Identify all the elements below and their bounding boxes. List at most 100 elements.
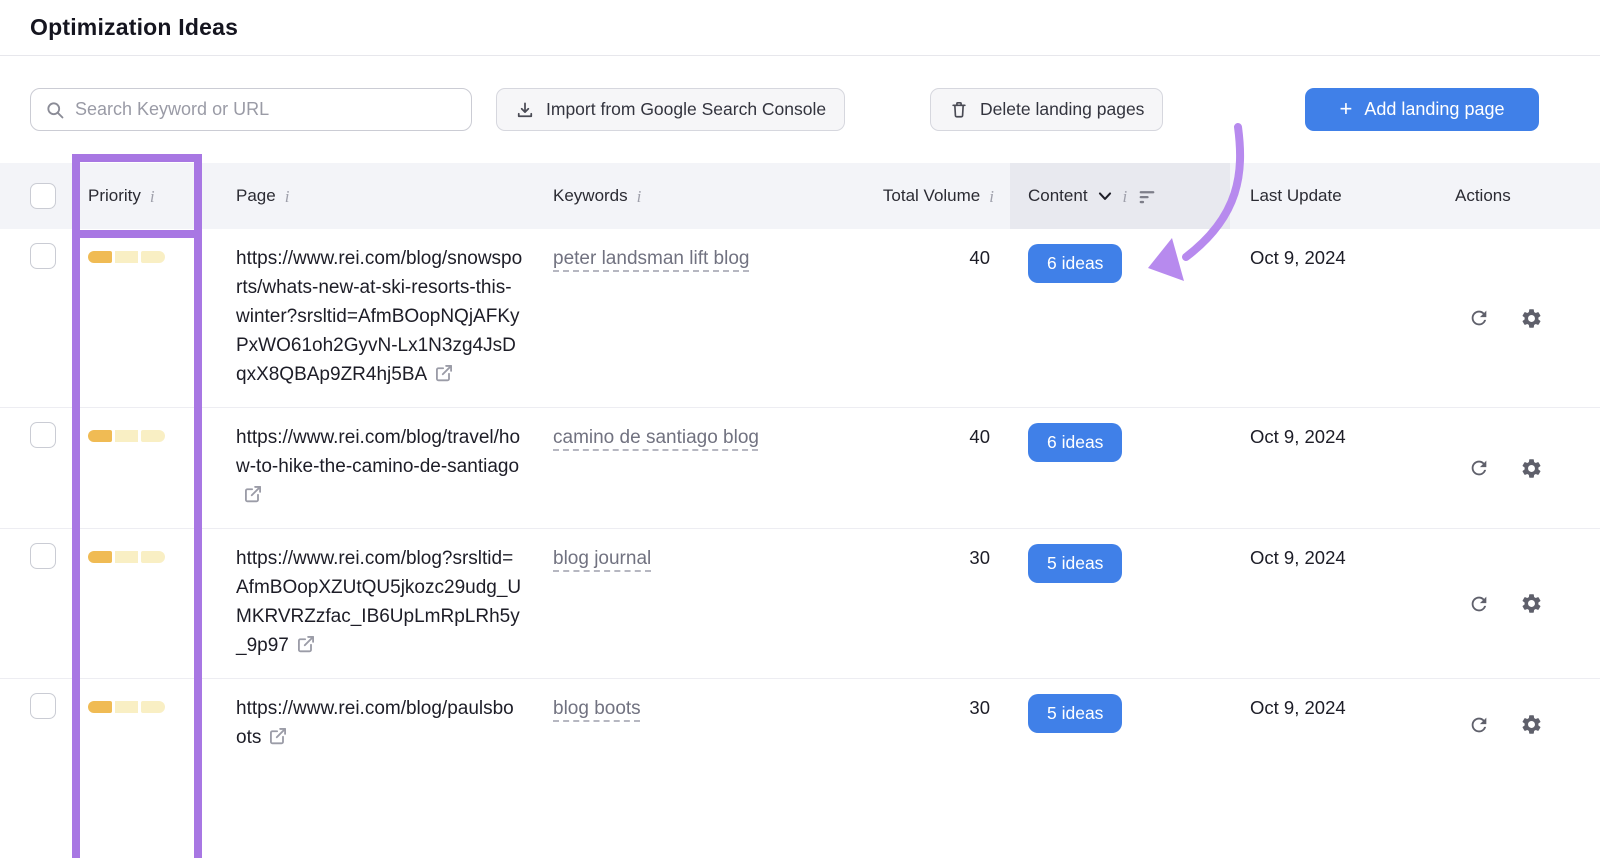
keyword-link[interactable]: blog journal [553,548,651,569]
last-update-header-label: Last Update [1250,186,1342,206]
header-cell-total-volume[interactable]: Total Volume i [790,163,1010,229]
select-all-checkbox[interactable] [30,183,56,209]
table-header-row: Priority i Page i Keywords i Total Volum… [0,163,1600,229]
total-volume-header-label: Total Volume [883,186,980,206]
landing-pages-table: Priority i Page i Keywords i Total Volum… [0,163,1600,770]
toolbar: Import from Google Search Console Delete… [0,56,1600,163]
row-checkbox[interactable] [30,693,56,719]
refresh-button[interactable] [1468,457,1490,480]
ideas-button[interactable]: 6 ideas [1028,423,1122,462]
refresh-button[interactable] [1468,592,1490,615]
external-link-icon[interactable] [296,634,316,654]
row-checkbox[interactable] [30,243,56,269]
external-link-icon[interactable] [434,363,454,383]
priority-info-icon[interactable]: i [149,188,156,205]
priority-bar [88,251,165,263]
search-input[interactable] [75,99,457,120]
priority-segment [141,430,165,442]
priority-segment [115,430,139,442]
sort-descending-icon[interactable] [1137,187,1157,205]
priority-segment [88,551,112,563]
priority-segment [141,551,165,563]
priority-segment [88,430,112,442]
last-update-value: Oct 9, 2024 [1230,679,1420,719]
refresh-button[interactable] [1468,307,1490,330]
priority-segment [88,251,112,263]
row-checkbox[interactable] [30,422,56,448]
add-landing-page-button[interactable]: + Add landing page [1305,88,1539,131]
priority-segment [115,701,139,713]
ideas-button[interactable]: 5 ideas [1028,694,1122,733]
total-volume-info-icon[interactable]: i [988,188,995,205]
page-header-label: Page [236,186,276,206]
page-url: https://www.rei.com/blog/snowsports/what… [236,248,522,385]
page-title: Optimization Ideas [30,14,238,41]
page-info-icon[interactable]: i [284,188,291,205]
total-volume-value: 30 [790,529,1010,569]
refresh-button[interactable] [1468,713,1490,736]
add-landing-page-label: Add landing page [1364,99,1504,120]
delete-landing-pages-label: Delete landing pages [980,99,1144,120]
priority-header-label: Priority [88,186,141,206]
total-volume-value: 40 [790,229,1010,269]
table-row: https://www.rei.com/blog/paulsboots blog… [0,679,1600,770]
priority-segment [141,251,165,263]
header-cell-last-update[interactable]: Last Update [1230,163,1420,229]
content-info-icon[interactable]: i [1122,188,1129,205]
header-cell-page[interactable]: Page i [202,163,553,229]
priority-bar [88,551,165,563]
import-gsc-button[interactable]: Import from Google Search Console [496,88,845,131]
optimization-ideas-page: Optimization Ideas Import from Google Se… [0,0,1600,858]
header-cell-keywords[interactable]: Keywords i [553,163,790,229]
keyword-link[interactable]: camino de santiago blog [553,427,759,448]
ideas-button[interactable]: 5 ideas [1028,544,1122,583]
total-volume-value: 40 [790,408,1010,448]
plus-icon: + [1340,98,1353,120]
settings-button[interactable] [1520,713,1543,736]
row-checkbox[interactable] [30,543,56,569]
priority-segment [115,251,139,263]
table-body: https://www.rei.com/blog/snowsports/what… [0,229,1600,770]
download-icon [515,100,535,120]
settings-button[interactable] [1520,307,1543,330]
table-row: https://www.rei.com/blog?srsltid=AfmBOop… [0,529,1600,679]
priority-bar [88,701,165,713]
keywords-info-icon[interactable]: i [636,188,643,205]
header-cell-actions: Actions [1420,163,1600,229]
table-row: https://www.rei.com/blog/snowsports/what… [0,229,1600,408]
refresh-icon [1468,457,1490,479]
search-box[interactable] [30,88,472,131]
refresh-icon [1468,307,1490,329]
priority-segment [115,551,139,563]
refresh-icon [1468,593,1490,615]
ideas-button[interactable]: 6 ideas [1028,244,1122,283]
gear-icon [1520,457,1543,480]
table-row: https://www.rei.com/blog/travel/how-to-h… [0,408,1600,529]
page-url: https://www.rei.com/blog?srsltid=AfmBOop… [236,548,521,656]
import-gsc-label: Import from Google Search Console [546,99,826,120]
header-cell-content[interactable]: Content i [1010,163,1230,229]
refresh-icon [1468,714,1490,736]
delete-landing-pages-button[interactable]: Delete landing pages [930,88,1163,131]
priority-segment [88,701,112,713]
settings-button[interactable] [1520,457,1543,480]
settings-button[interactable] [1520,592,1543,615]
keyword-link[interactable]: blog boots [553,698,641,719]
header-cell-priority[interactable]: Priority i [72,163,202,229]
header-cell-checkbox [0,163,72,229]
priority-segment [141,701,165,713]
actions-header-label: Actions [1455,186,1511,206]
gear-icon [1520,713,1543,736]
keywords-header-label: Keywords [553,186,628,206]
search-icon [45,100,65,120]
page-url: https://www.rei.com/blog/travel/how-to-h… [236,427,520,506]
trash-icon [949,99,969,120]
keyword-link[interactable]: peter landsman lift blog [553,248,749,269]
external-link-icon[interactable] [243,484,263,504]
chevron-down-icon[interactable] [1097,188,1113,204]
page-header: Optimization Ideas [0,0,1600,56]
content-header-label: Content [1028,186,1088,206]
last-update-value: Oct 9, 2024 [1230,229,1420,269]
gear-icon [1520,307,1543,330]
external-link-icon[interactable] [268,726,288,746]
